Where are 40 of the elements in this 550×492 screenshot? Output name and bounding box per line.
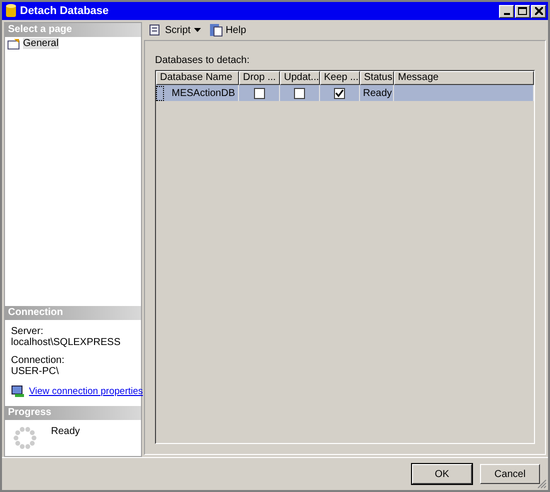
column-header[interactable]: Drop ...	[239, 71, 280, 85]
help-book-icon	[208, 23, 223, 37]
connection-properties-link[interactable]: View connection properties	[29, 386, 143, 398]
column-header[interactable]: Status	[360, 71, 394, 85]
spinner-icon	[13, 426, 37, 450]
window-title: Detach Database	[20, 5, 110, 17]
section-header: Select a page	[5, 23, 141, 37]
checkbox[interactable]	[334, 88, 345, 98]
monitor-icon	[11, 385, 25, 398]
table-row[interactable]: MESActionDB Ready	[156, 85, 534, 101]
connection-label: Connection:	[11, 355, 66, 366]
cancel-button[interactable]: Cancel	[480, 464, 540, 484]
checkbox[interactable]	[254, 88, 264, 98]
minimize-button[interactable]	[499, 4, 514, 18]
resize-grip-icon	[537, 479, 547, 489]
close-icon	[534, 7, 542, 15]
table-caption: Databases to detach:	[155, 55, 251, 66]
page-icon	[7, 38, 21, 50]
connection-value: USER-PC\	[11, 366, 60, 378]
close-button[interactable]	[531, 4, 546, 18]
section-header: Progress	[5, 406, 141, 420]
column-header[interactable]: Updat...	[280, 71, 320, 85]
checkbox[interactable]	[294, 88, 305, 98]
scroll-icon	[148, 23, 162, 37]
table-cell: MESActionDB	[172, 88, 235, 98]
caret-icon	[194, 28, 201, 32]
column-header[interactable]: Database Name	[156, 71, 239, 85]
progress-status: Ready	[51, 426, 80, 437]
column-header[interactable]: Keep ...	[320, 71, 360, 85]
ok-button[interactable]: OK	[412, 464, 472, 484]
column-header[interactable]: Message	[394, 71, 534, 85]
maximize-button[interactable]	[515, 4, 530, 18]
maximize-icon	[518, 7, 527, 15]
help-button[interactable]: Help	[206, 22, 248, 38]
database-icon	[6, 4, 16, 18]
table-cell: Ready	[363, 88, 392, 98]
section-header: Connection	[5, 306, 141, 320]
script-button[interactable]: Script	[146, 22, 203, 38]
server-label: Server:	[11, 326, 44, 338]
server-value: localhost\SQLEXPRESS	[11, 337, 122, 348]
